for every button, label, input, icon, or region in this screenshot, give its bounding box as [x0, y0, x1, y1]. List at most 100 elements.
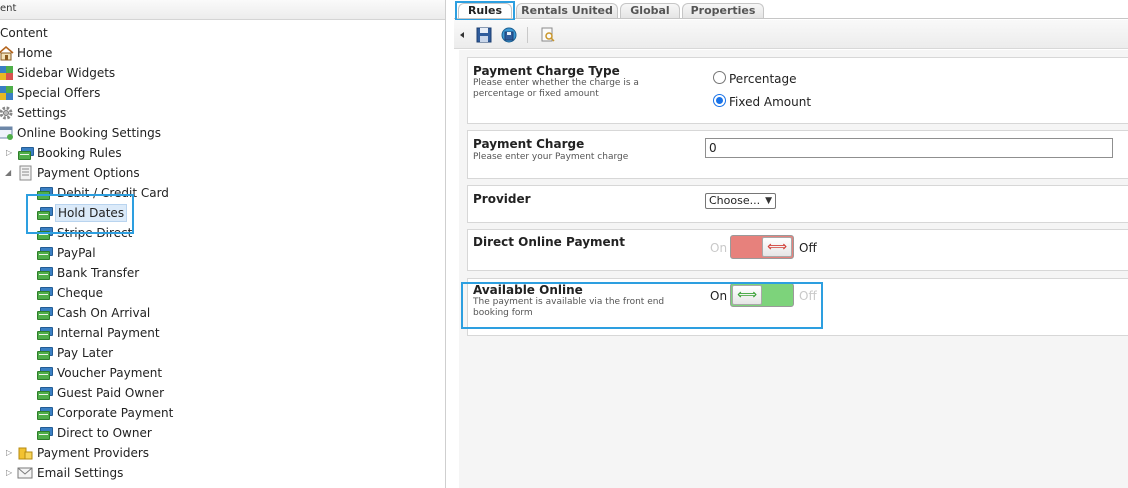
tree-item-bank-transfer[interactable]: Bank Transfer — [0, 263, 240, 283]
field-help: The payment is available via the front e… — [473, 297, 665, 318]
field-label: Payment Charge Type — [473, 64, 620, 78]
content-editor-panel: Rules Rentals United Global Properties P… — [454, 0, 1128, 488]
tree-item-label: Settings — [17, 106, 67, 120]
tab-underline — [454, 18, 1128, 19]
double-arrow-icon: ⟺ — [732, 285, 762, 305]
toggle-off-text: Off — [799, 289, 817, 303]
payment-options-icon — [19, 165, 32, 181]
select-value: Choose... — [709, 194, 761, 207]
tab-global[interactable]: Global — [620, 3, 680, 19]
payment-card-icon — [37, 347, 53, 360]
field-label: Provider — [473, 192, 531, 206]
tree-item-label: Internal Payment — [57, 326, 160, 340]
field-available-online: Available Online The payment is availabl… — [467, 278, 1128, 336]
tree-item-paypal[interactable]: PayPal — [0, 243, 240, 263]
tree-item-label: Hold Dates — [55, 204, 128, 222]
field-label: Payment Charge — [473, 137, 585, 151]
editor-toolbar — [454, 20, 1128, 49]
toggle-on-text: On — [710, 289, 728, 303]
toolbar-separator — [527, 27, 528, 43]
tree-item-label: Bank Transfer — [57, 266, 140, 280]
tree-item-label: Content — [0, 26, 48, 40]
tree-item-settings[interactable]: Settings — [0, 103, 200, 123]
tree-item-label: Stripe Direct — [57, 226, 133, 240]
collapse-arrow-icon[interactable]: ◢ — [5, 163, 13, 183]
tree-item-label: Payment Providers — [37, 446, 150, 460]
tree-item-cash-on-arrival[interactable]: Cash On Arrival — [0, 303, 240, 323]
tree-item-guest-paid-owner[interactable]: Guest Paid Owner — [0, 383, 240, 403]
tab-label: Rentals United — [521, 4, 613, 17]
tree-item-label: Pay Later — [57, 346, 114, 360]
tree-item-label: Payment Options — [37, 166, 140, 180]
payment-card-icon — [37, 267, 53, 280]
tree-item-hold-dates[interactable]: Hold Dates — [0, 203, 240, 223]
gear-icon — [0, 106, 13, 120]
tree-item-content[interactable]: Content — [0, 23, 200, 43]
payment-card-icon — [37, 227, 53, 240]
tree-item-voucher-payment[interactable]: Voucher Payment — [0, 363, 240, 383]
tree-header-title: ent — [0, 3, 17, 14]
tree-item-pay-later[interactable]: Pay Later — [0, 343, 240, 363]
tab-rules[interactable]: Rules — [458, 3, 512, 19]
field-direct-online-payment: Direct Online Payment On ⟺ Off — [467, 229, 1128, 271]
tree-item-home[interactable]: Home — [0, 43, 200, 63]
content-tree-panel: ent Content Home Sidebar Widgets Special… — [0, 0, 446, 488]
tree-item-label: Debit / Credit Card — [57, 186, 169, 200]
tree-item-label: Home — [17, 46, 53, 60]
field-payment-charge-type: Payment Charge Type Please enter whether… — [467, 57, 1128, 124]
tree-item-sidebar-widgets[interactable]: Sidebar Widgets — [0, 63, 200, 83]
tree-item-debit-credit-card[interactable]: Debit / Credit Card — [0, 183, 240, 203]
tab-properties[interactable]: Properties — [682, 3, 764, 19]
tree-item-label: Special Offers — [17, 86, 101, 100]
tab-rentals-united[interactable]: Rentals United — [516, 3, 618, 19]
tree-item-label: Online Booking Settings — [17, 126, 161, 140]
house-icon — [0, 45, 14, 61]
available-online-toggle[interactable]: ⟺ — [730, 283, 794, 307]
tree-item-payment-providers[interactable]: ▷ Payment Providers — [0, 443, 220, 463]
field-help: Please enter whether the charge is a per… — [473, 78, 639, 99]
tree-item-online-booking-settings[interactable]: Online Booking Settings — [0, 123, 200, 143]
tree-item-label: Direct to Owner — [57, 426, 152, 440]
field-help: Please enter your Payment charge — [473, 152, 629, 162]
tree-item-direct-to-owner[interactable]: Direct to Owner — [0, 423, 240, 443]
toggle-on-text: On — [710, 241, 728, 255]
payment-card-icon — [37, 367, 53, 380]
save-icon[interactable] — [476, 27, 492, 43]
radio-fixed-amount[interactable] — [713, 94, 726, 107]
payment-card-icon — [37, 427, 53, 440]
field-label: Available Online — [473, 283, 583, 297]
tree-item-email-settings[interactable]: ▷ Email Settings — [0, 463, 220, 483]
payment-card-icon — [37, 247, 53, 260]
payment-card-icon — [37, 187, 53, 200]
save-and-publish-icon[interactable] — [501, 27, 517, 43]
tree-item-cheque[interactable]: Cheque — [0, 283, 240, 303]
widgets-icon — [0, 66, 13, 80]
radio-percentage[interactable] — [713, 71, 726, 84]
tab-label: Global — [630, 4, 670, 17]
payment-charge-input[interactable] — [705, 138, 1113, 158]
booking-settings-icon — [0, 126, 13, 140]
expand-arrow-icon[interactable]: ▷ — [6, 443, 14, 463]
expand-arrow-icon[interactable]: ▷ — [6, 143, 14, 163]
payment-card-icon — [37, 307, 53, 320]
collapse-arrow-icon[interactable] — [458, 27, 466, 43]
tree-item-corporate-payment[interactable]: Corporate Payment — [0, 403, 240, 423]
tree-item-label: Booking Rules — [37, 146, 122, 160]
tree-item-stripe-direct[interactable]: Stripe Direct — [0, 223, 240, 243]
radio-label: Percentage — [729, 72, 797, 86]
tree-item-internal-payment[interactable]: Internal Payment — [0, 323, 240, 343]
provider-select[interactable]: Choose... ▼ — [705, 193, 776, 209]
payment-card-icon — [37, 287, 53, 300]
tab-label: Rules — [467, 4, 503, 17]
field-label: Direct Online Payment — [473, 235, 625, 249]
tree-item-label: Email Settings — [37, 466, 124, 480]
expand-arrow-icon[interactable]: ▷ — [6, 463, 14, 483]
payment-card-icon — [18, 147, 34, 160]
tree-header: ent — [0, 0, 445, 20]
tree-item-booking-rules[interactable]: ▷ Booking Rules — [0, 143, 220, 163]
payment-card-icon — [37, 327, 53, 340]
preview-icon[interactable] — [540, 27, 556, 43]
direct-online-payment-toggle[interactable]: ⟺ — [730, 235, 794, 259]
tree-item-payment-options[interactable]: ◢ Payment Options — [0, 163, 220, 183]
tree-item-special-offers[interactable]: Special Offers — [0, 83, 200, 103]
